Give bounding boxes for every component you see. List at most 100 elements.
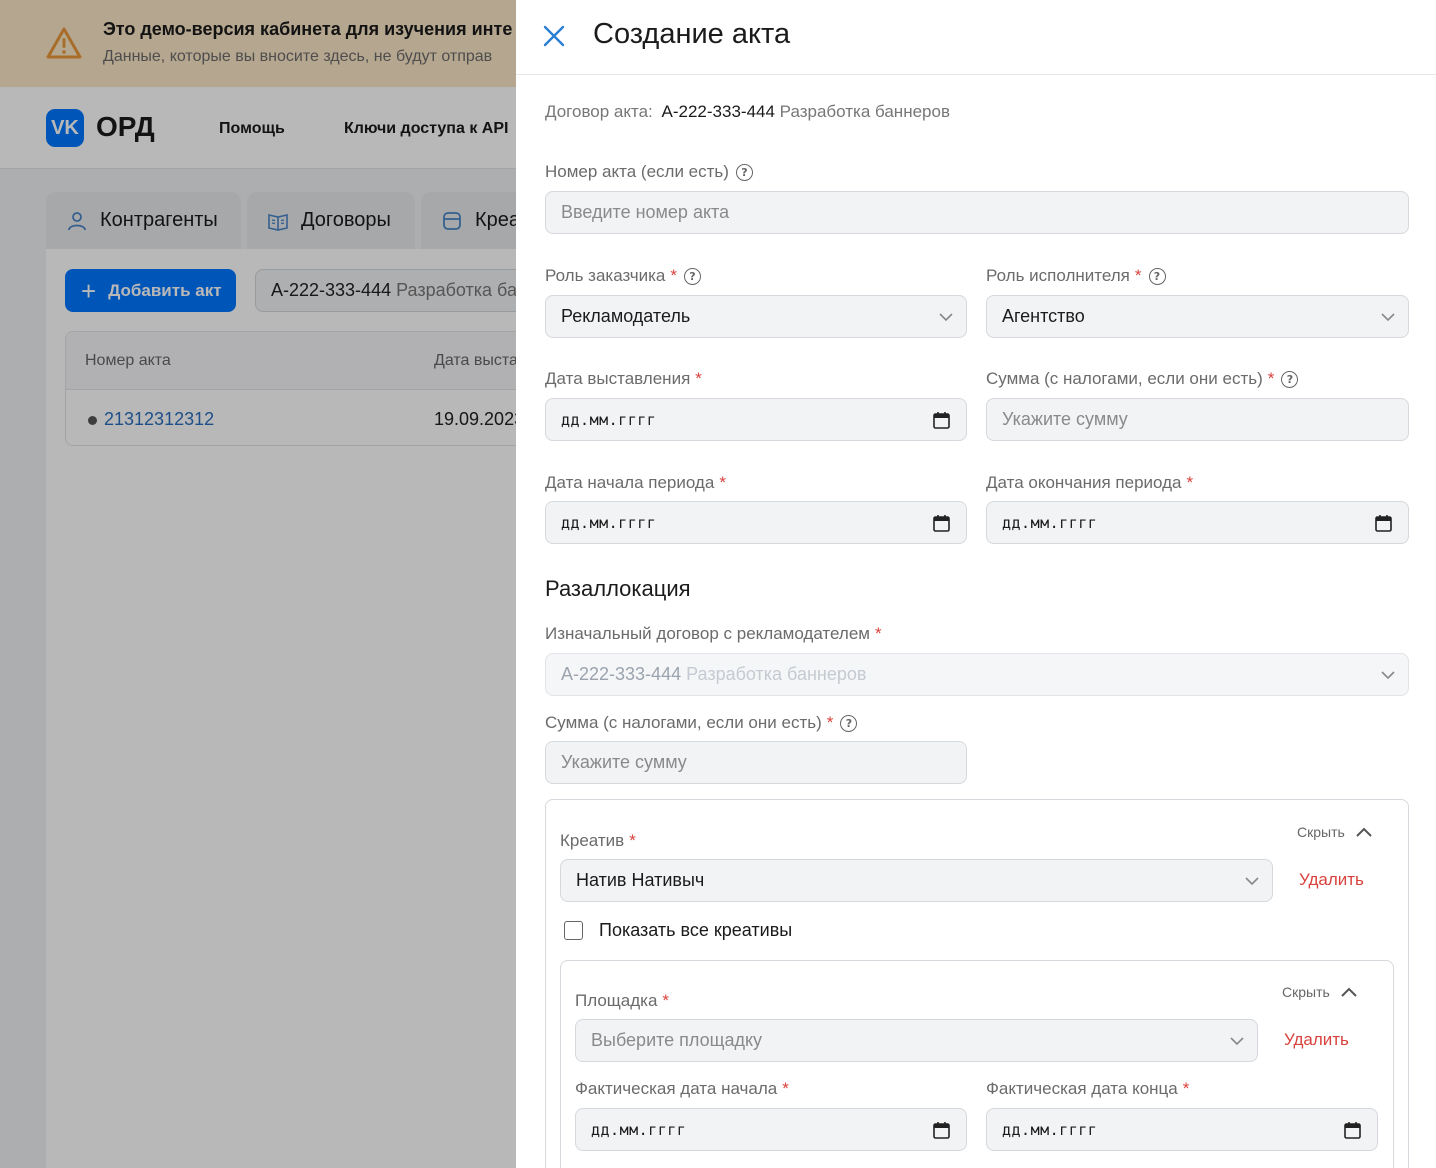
drawer-title: Создание акта	[593, 18, 791, 50]
checkbox-box[interactable]	[564, 921, 583, 940]
period-end-label: Дата окончания периода *	[986, 473, 1193, 493]
initial-contract-label: Изначальный договор с рекламодателем *	[545, 624, 882, 644]
platform-hide-button[interactable]: Скрыть	[1282, 984, 1358, 1000]
required-mark: *	[695, 369, 702, 388]
close-icon[interactable]	[542, 24, 566, 48]
realloc-amount-label: Сумма (с налогами, если они есть) * ?	[545, 713, 858, 733]
customer-role-label: Роль заказчика * ?	[545, 266, 701, 286]
act-number-label-text: Номер акта (если есть)	[545, 162, 729, 181]
platform-select[interactable]: Выберите площадку	[575, 1019, 1258, 1062]
required-mark: *	[1134, 266, 1142, 285]
period-start-label: Дата начала периода *	[545, 473, 726, 493]
customer-role-label-text: Роль заказчика	[545, 266, 666, 285]
platform-delete-button[interactable]: Удалить	[1284, 1030, 1349, 1050]
creative-hide-label: Скрыть	[1297, 824, 1345, 840]
creative-label: Креатив *	[560, 831, 636, 851]
contract-desc: Разработка баннеров	[779, 102, 950, 121]
period-start-value: дд.мм.гггг	[561, 513, 657, 532]
executor-role-label-text: Роль исполнителя	[986, 266, 1130, 285]
chevron-down-icon	[1245, 877, 1259, 886]
issue-date-value: дд.мм.гггг	[561, 410, 657, 429]
actual-start-input[interactable]: дд.мм.гггг	[575, 1108, 967, 1151]
drawer-header: Создание акта	[516, 0, 1436, 75]
actual-end-label: Фактическая дата конца *	[986, 1079, 1189, 1099]
creative-value: Натив Нативыч	[576, 870, 705, 890]
act-number-label: Номер акта (если есть) ?	[545, 162, 753, 182]
creative-hide-button[interactable]: Скрыть	[1297, 824, 1373, 840]
creative-delete-button[interactable]: Удалить	[1299, 870, 1364, 890]
required-mark: *	[874, 624, 882, 643]
chevron-down-icon	[1230, 1037, 1244, 1046]
act-contract-info: Договор акта: А-222-333-444 Разработка б…	[545, 102, 950, 122]
contract-number: А-222-333-444	[661, 102, 775, 121]
required-mark: *	[662, 991, 670, 1010]
period-end-input[interactable]: дд.мм.гггг	[986, 501, 1409, 544]
calendar-icon[interactable]	[1375, 514, 1392, 532]
help-icon[interactable]: ?	[1148, 267, 1166, 285]
calendar-icon[interactable]	[933, 514, 950, 532]
issue-date-label-text: Дата выставления	[545, 369, 691, 388]
executor-role-label: Роль исполнителя * ?	[986, 266, 1166, 286]
create-act-drawer: Создание акта Договор акта: А-222-333-44…	[516, 0, 1436, 1168]
executor-role-select[interactable]: Агентство	[986, 295, 1409, 338]
reallocation-title: Разаллокация	[545, 576, 691, 601]
amount-placeholder: Укажите сумму	[1002, 409, 1128, 429]
platform-label-text: Площадка	[575, 991, 658, 1010]
actual-end-label-text: Фактическая дата конца	[986, 1079, 1178, 1098]
required-mark: *	[670, 266, 677, 285]
calendar-icon[interactable]	[933, 1121, 950, 1139]
chevron-down-icon	[1381, 313, 1395, 322]
chevron-down-icon	[1381, 671, 1395, 680]
calendar-icon[interactable]	[933, 411, 950, 429]
actual-start-label-text: Фактическая дата начала	[575, 1079, 778, 1098]
realloc-amount-placeholder: Укажите сумму	[561, 752, 687, 772]
issue-date-label: Дата выставления *	[545, 369, 702, 389]
help-icon[interactable]: ?	[1281, 370, 1299, 388]
actual-start-value: дд.мм.гггг	[591, 1120, 687, 1139]
platform-placeholder: Выберите площадку	[591, 1030, 763, 1050]
help-icon[interactable]: ?	[735, 163, 753, 181]
chevron-up-icon	[1356, 827, 1372, 837]
initial-contract-number: А-222-333-444	[561, 664, 682, 684]
issue-date-input[interactable]: дд.мм.гггг	[545, 398, 967, 441]
required-mark: *	[1182, 1079, 1190, 1098]
chevron-up-icon	[1341, 987, 1357, 997]
customer-role-value: Рекламодатель	[561, 306, 691, 326]
help-icon[interactable]: ?	[683, 267, 701, 285]
period-start-label-text: Дата начала периода	[545, 473, 715, 492]
creative-label-text: Креатив	[560, 831, 625, 850]
chevron-down-icon	[939, 313, 953, 322]
platform-hide-label: Скрыть	[1282, 984, 1330, 1000]
initial-contract-label-text: Изначальный договор с рекламодателем	[545, 624, 870, 643]
initial-contract-desc: Разработка баннеров	[686, 664, 867, 684]
platform-label: Площадка *	[575, 991, 669, 1011]
required-mark: *	[719, 473, 726, 492]
initial-contract-select: А-222-333-444 Разработка баннеров	[545, 653, 1409, 696]
realloc-amount-label-text: Сумма (с налогами, если они есть)	[545, 713, 822, 732]
amount-label-text: Сумма (с налогами, если они есть)	[986, 369, 1263, 388]
creative-select[interactable]: Натив Нативыч	[560, 859, 1273, 902]
realloc-amount-input[interactable]: Укажите сумму	[545, 741, 967, 784]
period-end-label-text: Дата окончания периода	[986, 473, 1182, 492]
amount-input[interactable]: Укажите сумму	[986, 398, 1409, 441]
customer-role-select[interactable]: Рекламодатель	[545, 295, 967, 338]
actual-start-label: Фактическая дата начала *	[575, 1079, 789, 1099]
calendar-icon[interactable]	[1344, 1121, 1361, 1139]
act-number-placeholder: Введите номер акта	[561, 202, 730, 222]
required-mark: *	[1267, 369, 1275, 388]
required-mark: *	[1186, 473, 1194, 492]
show-all-creatives-label: Показать все креативы	[599, 920, 793, 940]
help-icon[interactable]: ?	[840, 714, 858, 732]
required-mark: *	[782, 1079, 789, 1098]
period-end-value: дд.мм.гггг	[1002, 513, 1098, 532]
show-all-creatives-checkbox[interactable]: Показать все креативы	[564, 920, 792, 941]
required-mark: *	[826, 713, 834, 732]
contract-label: Договор акта:	[545, 102, 653, 121]
required-mark: *	[629, 831, 636, 850]
executor-role-value: Агентство	[1002, 306, 1085, 326]
period-start-input[interactable]: дд.мм.гггг	[545, 501, 967, 544]
actual-end-input[interactable]: дд.мм.гггг	[986, 1108, 1378, 1151]
amount-label: Сумма (с налогами, если они есть) * ?	[986, 369, 1299, 389]
act-number-input[interactable]: Введите номер акта	[545, 191, 1409, 234]
actual-end-value: дд.мм.гггг	[1002, 1120, 1098, 1139]
